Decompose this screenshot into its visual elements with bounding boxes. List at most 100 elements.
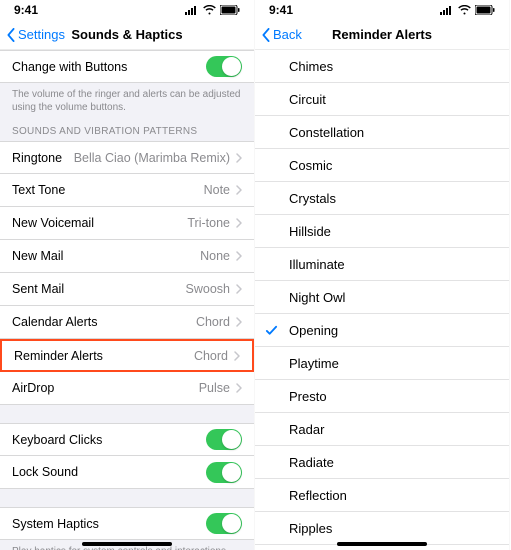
keyboard-clicks-row[interactable]: Keyboard Clicks bbox=[0, 423, 254, 456]
home-indicator[interactable] bbox=[337, 542, 427, 546]
row-label: Reminder Alerts bbox=[14, 349, 194, 363]
status-icons bbox=[185, 5, 240, 15]
text-tone-row[interactable]: Text Tone Note bbox=[0, 174, 254, 207]
tone-row[interactable]: Crystals bbox=[255, 182, 509, 215]
phone-reminder-alerts: 9:41 Back Reminder Alerts ChimesCircuitC… bbox=[255, 0, 510, 550]
change-with-buttons-toggle[interactable] bbox=[206, 56, 242, 77]
chevron-right-icon bbox=[236, 185, 242, 195]
airdrop-row[interactable]: AirDrop Pulse bbox=[0, 372, 254, 405]
row-value: Swoosh bbox=[186, 282, 230, 296]
tone-label: Cosmic bbox=[289, 158, 332, 173]
back-label: Settings bbox=[18, 27, 65, 42]
tone-row[interactable]: Night Owl bbox=[255, 281, 509, 314]
tone-label: Opening bbox=[289, 323, 338, 338]
tone-row[interactable]: Chimes bbox=[255, 50, 509, 83]
phone-sounds-haptics: 9:41 Settings Sounds & Haptics Change wi… bbox=[0, 0, 255, 550]
row-label: Keyboard Clicks bbox=[12, 433, 206, 447]
system-haptics-row[interactable]: System Haptics bbox=[0, 507, 254, 540]
tone-label: Reflection bbox=[289, 488, 347, 503]
new-voicemail-row[interactable]: New Voicemail Tri-tone bbox=[0, 207, 254, 240]
row-value: Tri-tone bbox=[187, 216, 230, 230]
battery-icon bbox=[220, 5, 240, 15]
row-label: Sent Mail bbox=[12, 282, 186, 296]
status-time: 9:41 bbox=[269, 3, 293, 17]
tone-row[interactable]: Ripples bbox=[255, 512, 509, 545]
tone-label: Constellation bbox=[289, 125, 364, 140]
tone-row[interactable]: Cosmic bbox=[255, 149, 509, 182]
tone-row[interactable]: Playtime bbox=[255, 347, 509, 380]
signal-icon bbox=[185, 5, 199, 15]
tone-label: Illuminate bbox=[289, 257, 345, 272]
reminder-alerts-row[interactable]: Reminder Alerts Chord bbox=[0, 339, 254, 372]
system-haptics-toggle[interactable] bbox=[206, 513, 242, 534]
tone-row[interactable]: Hillside bbox=[255, 215, 509, 248]
status-icons bbox=[440, 5, 495, 15]
chevron-left-icon bbox=[6, 28, 16, 42]
chevron-right-icon bbox=[236, 251, 242, 261]
volume-note: The volume of the ringer and alerts can … bbox=[0, 83, 254, 122]
row-value: Chord bbox=[194, 349, 228, 363]
tone-label: Chimes bbox=[289, 59, 333, 74]
tone-label: Night Owl bbox=[289, 290, 345, 305]
tone-list[interactable]: Chimes Circuit Constellation Cosmic Crystals… bbox=[255, 50, 509, 550]
calendar-alerts-row[interactable]: Calendar Alerts Chord bbox=[0, 306, 254, 339]
new-mail-row[interactable]: New Mail None bbox=[0, 240, 254, 273]
row-label: AirDrop bbox=[12, 381, 199, 395]
tone-label: Ripples bbox=[289, 521, 332, 536]
tone-label: Playtime bbox=[289, 356, 339, 371]
nav-bar: Settings Sounds & Haptics bbox=[0, 20, 254, 50]
chevron-left-icon bbox=[261, 28, 271, 42]
back-button[interactable]: Settings bbox=[6, 27, 65, 42]
chevron-right-icon bbox=[236, 218, 242, 228]
tone-label: Crystals bbox=[289, 191, 336, 206]
row-label: Calendar Alerts bbox=[12, 315, 196, 329]
checkmark-icon bbox=[265, 324, 278, 337]
nav-bar: Back Reminder Alerts bbox=[255, 20, 509, 50]
row-label: Ringtone bbox=[12, 151, 74, 165]
sent-mail-row[interactable]: Sent Mail Swoosh bbox=[0, 273, 254, 306]
row-label: Text Tone bbox=[12, 183, 204, 197]
tone-row[interactable]: Constellation bbox=[255, 116, 509, 149]
chevron-right-icon bbox=[236, 317, 242, 327]
status-bar: 9:41 bbox=[0, 0, 254, 20]
tone-row[interactable]: Presto bbox=[255, 380, 509, 413]
chevron-right-icon bbox=[234, 351, 240, 361]
tone-row[interactable]: Reflection bbox=[255, 479, 509, 512]
tone-row[interactable]: Circuit bbox=[255, 83, 509, 116]
change-with-buttons-row[interactable]: Change with Buttons bbox=[0, 50, 254, 83]
chevron-right-icon bbox=[236, 153, 242, 163]
tone-label: Hillside bbox=[289, 224, 331, 239]
chevron-right-icon bbox=[236, 284, 242, 294]
tone-row[interactable]: Radar bbox=[255, 413, 509, 446]
row-value: Note bbox=[204, 183, 230, 197]
row-value: Chord bbox=[196, 315, 230, 329]
tone-label: Circuit bbox=[289, 92, 326, 107]
signal-icon bbox=[440, 5, 454, 15]
chevron-right-icon bbox=[236, 383, 242, 393]
row-value: Pulse bbox=[199, 381, 230, 395]
status-time: 9:41 bbox=[14, 3, 38, 17]
row-label: System Haptics bbox=[12, 517, 206, 531]
tone-label: Radiate bbox=[289, 455, 334, 470]
tone-label: Radar bbox=[289, 422, 324, 437]
row-label: New Voicemail bbox=[12, 216, 187, 230]
lock-sound-row[interactable]: Lock Sound bbox=[0, 456, 254, 489]
tone-row[interactable]: Radiate bbox=[255, 446, 509, 479]
tone-row[interactable]: Opening bbox=[255, 314, 509, 347]
ringtone-row[interactable]: Ringtone Bella Ciao (Marimba Remix) bbox=[0, 141, 254, 174]
lock-sound-toggle[interactable] bbox=[206, 462, 242, 483]
home-indicator[interactable] bbox=[82, 542, 172, 546]
status-bar: 9:41 bbox=[255, 0, 509, 20]
row-value: Bella Ciao (Marimba Remix) bbox=[74, 151, 230, 165]
row-label: New Mail bbox=[12, 249, 200, 263]
tone-label: Presto bbox=[289, 389, 327, 404]
keyboard-clicks-toggle[interactable] bbox=[206, 429, 242, 450]
back-button[interactable]: Back bbox=[261, 27, 302, 42]
row-label: Lock Sound bbox=[12, 465, 206, 479]
sounds-patterns-header: SOUNDS AND VIBRATION PATTERNS bbox=[0, 122, 254, 141]
battery-icon bbox=[475, 5, 495, 15]
wifi-icon bbox=[458, 5, 471, 15]
settings-content[interactable]: Change with Buttons The volume of the ri… bbox=[0, 50, 254, 550]
tone-row[interactable]: Illuminate bbox=[255, 248, 509, 281]
back-label: Back bbox=[273, 27, 302, 42]
